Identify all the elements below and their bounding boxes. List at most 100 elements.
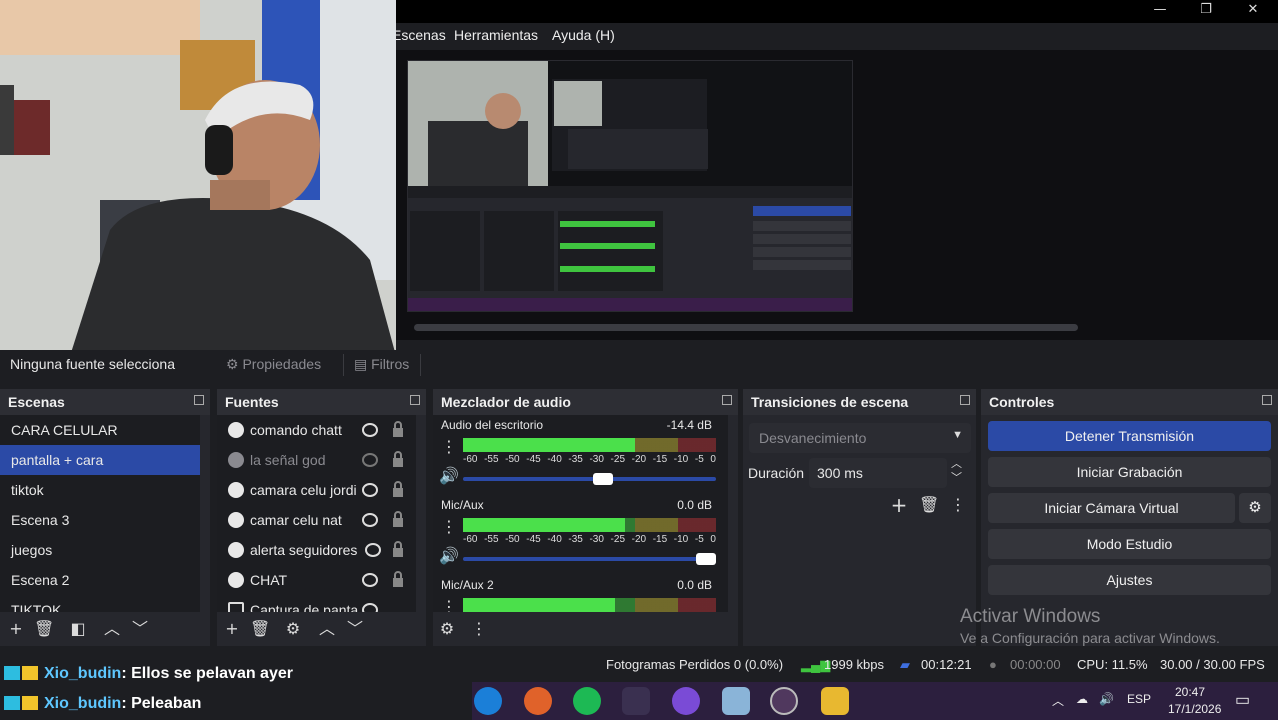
- virtual-camera-settings-button[interactable]: ⚙: [1239, 493, 1271, 523]
- clock-date[interactable]: 17/1/2026: [1168, 702, 1221, 716]
- minimize-button[interactable]: —: [1140, 2, 1180, 22]
- menu-scenes[interactable]: Escenas: [392, 27, 446, 43]
- gear-icon[interactable]: ⚙: [437, 619, 457, 639]
- notification-icon[interactable]: ▭: [1235, 690, 1250, 710]
- speaker-icon[interactable]: 🔊: [439, 466, 459, 486]
- duration-input[interactable]: 300 ms: [809, 458, 947, 488]
- volume-meter-level: [463, 438, 635, 452]
- lock-icon[interactable]: [392, 511, 404, 527]
- menu-dots-icon[interactable]: ⋮: [469, 619, 489, 639]
- transition-select[interactable]: Desvanecimiento ▼: [749, 423, 971, 453]
- obs-icon[interactable]: [770, 687, 798, 715]
- language-indicator[interactable]: ESP: [1127, 692, 1151, 706]
- lock-icon[interactable]: [392, 481, 404, 497]
- lock-icon[interactable]: [392, 421, 404, 437]
- notepad-icon[interactable]: [722, 687, 750, 715]
- scene-item-escena-2[interactable]: Escena 2: [0, 565, 200, 595]
- volume-slider[interactable]: [463, 477, 716, 481]
- source-item[interactable]: alerta seguidores: [217, 535, 416, 565]
- studio-mode-button[interactable]: Modo Estudio: [988, 529, 1271, 559]
- float-icon[interactable]: [1262, 395, 1272, 405]
- gear-icon[interactable]: ⚙: [283, 619, 303, 639]
- scene-item-tiktok-upper[interactable]: TIKTOK: [0, 595, 200, 612]
- volume-slider-handle[interactable]: [593, 473, 613, 485]
- menu-tools[interactable]: Herramientas: [454, 27, 538, 43]
- mixer-channels: Audio del escritorio -14.4 dB ⋮ -60 -55 -5…: [433, 415, 728, 612]
- spotify-icon[interactable]: [573, 687, 601, 715]
- stop-streaming-button[interactable]: Detener Transmisión: [988, 421, 1271, 451]
- badge-icon: [22, 666, 38, 680]
- source-item[interactable]: CHAT: [217, 565, 416, 595]
- scene-item-cara-celular[interactable]: CARA CELULAR: [0, 415, 200, 445]
- eye-icon[interactable]: [362, 483, 378, 497]
- folder-icon[interactable]: [821, 687, 849, 715]
- properties-button[interactable]: ⚙ Propiedades: [226, 356, 321, 373]
- eye-icon[interactable]: [362, 573, 378, 587]
- chevron-up-icon[interactable]: ︿: [1052, 692, 1064, 709]
- menu-dots-icon[interactable]: ⋮: [439, 437, 459, 457]
- menu-bar: Escenas Herramientas Ayuda (H): [392, 23, 1278, 50]
- lock-icon[interactable]: [392, 451, 404, 467]
- filter-icon[interactable]: ◧: [68, 619, 88, 639]
- clock-time[interactable]: 20:47: [1175, 685, 1205, 699]
- float-icon[interactable]: [722, 395, 732, 405]
- edge-icon[interactable]: [474, 687, 502, 715]
- start-recording-button[interactable]: Iniciar Grabación: [988, 457, 1271, 487]
- up-arrow-icon[interactable]: ︿: [317, 619, 337, 639]
- float-icon[interactable]: [410, 395, 420, 405]
- lock-icon[interactable]: [392, 541, 404, 557]
- trash-icon[interactable]: 🗑: [34, 619, 54, 639]
- app-icon[interactable]: [622, 687, 650, 715]
- eye-icon[interactable]: [365, 543, 381, 557]
- volume-slider-handle[interactable]: [696, 553, 716, 565]
- activate-windows-title: Activar Windows: [960, 606, 1101, 627]
- float-icon[interactable]: [960, 395, 970, 405]
- eye-icon[interactable]: [362, 423, 378, 437]
- down-arrow-icon[interactable]: ﹀: [130, 619, 150, 639]
- trash-icon[interactable]: 🗑: [919, 495, 939, 515]
- duration-stepper[interactable]: ︿ ﹀: [951, 457, 962, 485]
- down-arrow-icon[interactable]: ﹀: [345, 619, 365, 639]
- close-button[interactable]: ✕: [1233, 2, 1273, 22]
- source-item[interactable]: Captura de panta: [217, 595, 416, 612]
- add-icon[interactable]: +: [222, 619, 242, 639]
- source-item[interactable]: camar celu nat: [217, 505, 416, 535]
- eye-icon[interactable]: [362, 603, 378, 612]
- settings-button[interactable]: Ajustes: [988, 565, 1271, 595]
- scene-item-escena-3[interactable]: Escena 3: [0, 505, 200, 535]
- filters-button[interactable]: ▤ Filtros: [354, 356, 409, 373]
- transitions-header: Transiciones de escena: [743, 389, 976, 415]
- fl-studio-icon[interactable]: [524, 687, 552, 715]
- eye-icon[interactable]: [362, 513, 378, 527]
- eye-hidden-icon[interactable]: [362, 453, 378, 467]
- add-icon[interactable]: +: [889, 495, 909, 515]
- menu-dots-icon[interactable]: ⋮: [948, 495, 968, 515]
- scene-item-pantalla-cara[interactable]: pantalla + cara: [0, 445, 200, 475]
- volume-slider[interactable]: [463, 557, 716, 561]
- maximize-button[interactable]: ❐: [1186, 2, 1226, 22]
- mixer-channel: Mic/Aux 0.0 dB ⋮ -60 -55 -50 -45 -40 -35 -30 -2…: [439, 498, 716, 566]
- preview-scrollbar[interactable]: [414, 324, 1078, 331]
- scene-item-juegos[interactable]: juegos: [0, 535, 200, 565]
- trash-icon[interactable]: 🗑: [250, 619, 270, 639]
- discord-icon[interactable]: [672, 687, 700, 715]
- duration-label: Duración: [748, 465, 805, 481]
- up-arrow-icon[interactable]: ︿: [102, 619, 122, 639]
- float-icon[interactable]: [194, 395, 204, 405]
- source-item[interactable]: la señal god: [217, 445, 416, 475]
- add-icon[interactable]: +: [6, 619, 26, 639]
- scene-item-tiktok[interactable]: tiktok: [0, 475, 200, 505]
- source-item[interactable]: camara celu jordi: [217, 475, 416, 505]
- volume-icon[interactable]: 🔊: [1099, 692, 1114, 706]
- start-virtual-camera-button[interactable]: Iniciar Cámara Virtual: [988, 493, 1235, 523]
- speaker-icon[interactable]: 🔊: [439, 546, 459, 566]
- preview-canvas[interactable]: [407, 60, 853, 312]
- lock-icon[interactable]: [392, 571, 404, 587]
- browser-icon: [228, 572, 244, 588]
- network-icon[interactable]: ☁: [1076, 692, 1088, 706]
- menu-help[interactable]: Ayuda (H): [552, 27, 615, 43]
- sources-dock: Fuentes comando chatt la señal god camar…: [217, 389, 426, 646]
- source-item[interactable]: comando chatt: [217, 415, 416, 445]
- menu-dots-icon[interactable]: ⋮: [439, 517, 459, 537]
- menu-dots-icon[interactable]: ⋮: [439, 597, 459, 612]
